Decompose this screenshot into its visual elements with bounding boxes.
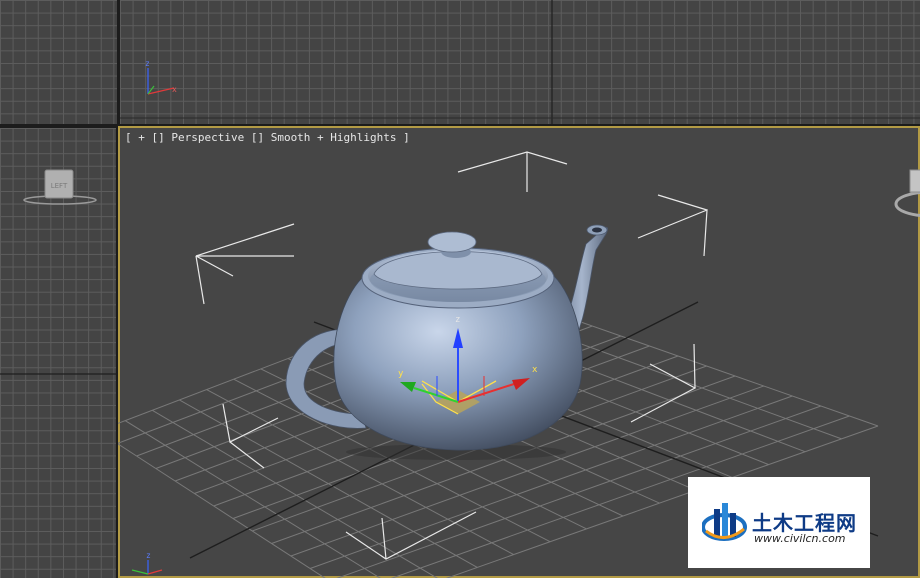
viewport-top[interactable]: z x	[120, 0, 920, 124]
view-cube-icon[interactable]: LEFT	[23, 169, 97, 205]
view-cube-perspective-icon[interactable]	[894, 169, 920, 217]
viewport-top-left[interactable]	[0, 0, 117, 124]
viewport-left[interactable]: LEFT	[0, 128, 116, 578]
left-viewport-overlay: LEFT	[0, 169, 116, 375]
light-bracket-right	[637, 194, 708, 257]
watermark-url: www.civilcn.com	[754, 532, 846, 545]
civilcn-logo-icon	[702, 503, 747, 541]
watermark: 土木工程网 www.civilcn.com	[688, 477, 870, 568]
top-axis-z-label: z	[145, 59, 150, 68]
view-cube-label: LEFT	[51, 182, 68, 190]
teapot-object[interactable]	[285, 224, 609, 460]
top-viewport-overlay: z x	[120, 0, 920, 124]
viewport-layout: z x LEFT [ + [] Perspective [] Smooth + …	[0, 0, 920, 578]
gizmo-y-label: y	[398, 369, 404, 379]
top-axis-x-label: x	[172, 85, 177, 94]
light-bracket-top	[457, 151, 568, 192]
light-bracket-left	[195, 223, 295, 305]
gizmo-z-label: z	[455, 315, 460, 325]
world-axis-z-label: z	[146, 551, 151, 560]
gizmo-x-label: x	[532, 365, 538, 375]
axis-tripod-icon: z x	[145, 59, 177, 95]
world-axis-icon: z	[131, 551, 163, 575]
